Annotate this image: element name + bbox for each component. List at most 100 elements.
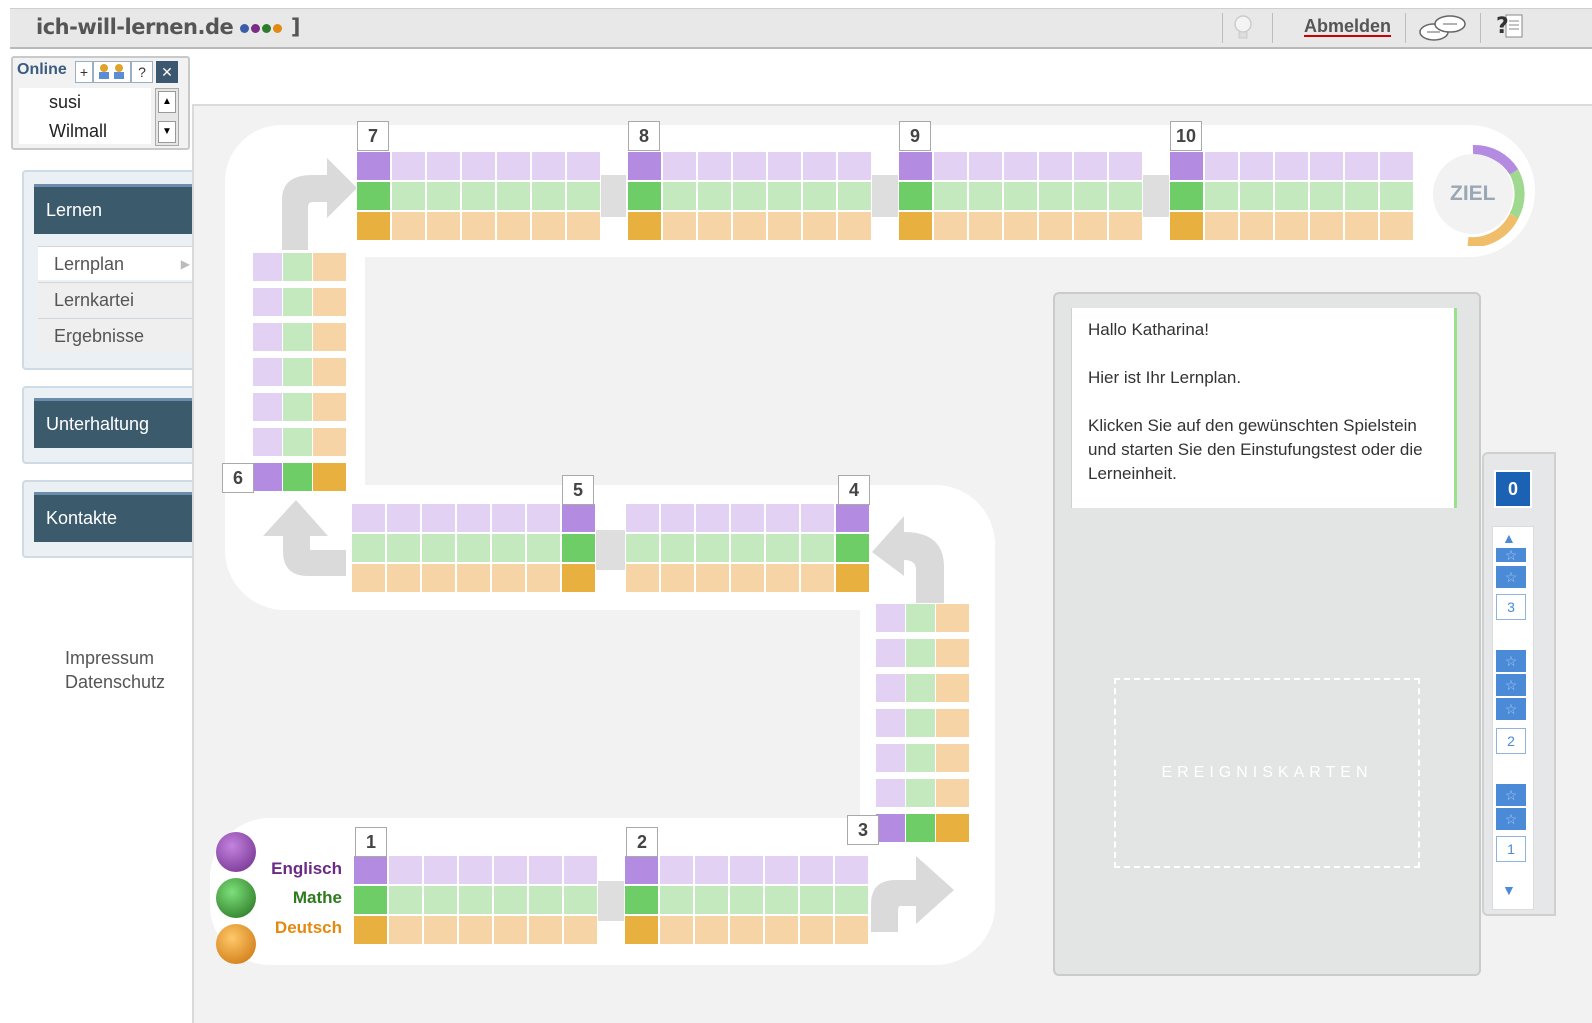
board-tile[interactable]: [561, 503, 596, 533]
board-tile[interactable]: [834, 885, 869, 915]
station-badge-4[interactable]: 4: [838, 475, 870, 505]
board-tile[interactable]: [391, 181, 426, 211]
board-tile[interactable]: [767, 211, 802, 241]
board-tile[interactable]: [835, 563, 870, 593]
board-tile[interactable]: [765, 563, 800, 593]
board-tile[interactable]: [1108, 151, 1143, 181]
board-tile[interactable]: [421, 563, 456, 593]
board-tile[interactable]: [493, 855, 528, 885]
board-tile[interactable]: [799, 915, 834, 945]
board-tile[interactable]: [800, 533, 835, 563]
board-tile[interactable]: [732, 181, 767, 211]
board-tile[interactable]: [1169, 181, 1204, 211]
board-tile[interactable]: [1003, 211, 1038, 241]
board-tile[interactable]: [695, 533, 730, 563]
board-tile[interactable]: [1239, 211, 1274, 241]
board-tile[interactable]: [456, 503, 491, 533]
board-tile[interactable]: [1274, 211, 1309, 241]
board-tile[interactable]: [834, 915, 869, 945]
board-tile[interactable]: [1073, 181, 1108, 211]
board-tile[interactable]: [526, 563, 561, 593]
board-tile[interactable]: [835, 533, 870, 563]
station-badge-1[interactable]: 1: [355, 827, 387, 857]
board-tile[interactable]: [729, 855, 764, 885]
board-tile[interactable]: [561, 533, 596, 563]
board-tile[interactable]: [660, 533, 695, 563]
board-tile[interactable]: [458, 855, 493, 885]
board-tile[interactable]: [764, 885, 799, 915]
board-tile[interactable]: [837, 151, 872, 181]
board-tile[interactable]: [624, 915, 659, 945]
board-tile[interactable]: [531, 211, 566, 241]
board-tile[interactable]: [566, 181, 601, 211]
board-tile[interactable]: [935, 743, 970, 773]
board-tile[interactable]: [561, 563, 596, 593]
board-tile[interactable]: [1204, 151, 1239, 181]
board-tile[interactable]: [935, 638, 970, 668]
board-tile[interactable]: [935, 778, 970, 808]
board-tile[interactable]: [491, 503, 526, 533]
board-tile[interactable]: [421, 503, 456, 533]
board-tile[interactable]: [563, 855, 598, 885]
board-tile[interactable]: [526, 503, 561, 533]
scroll-up-icon[interactable]: ▲: [1502, 530, 1516, 546]
board-tile[interactable]: [566, 151, 601, 181]
board-tile[interactable]: [426, 181, 461, 211]
board-tile[interactable]: [491, 533, 526, 563]
board-tile[interactable]: [1204, 211, 1239, 241]
board-tile[interactable]: [767, 181, 802, 211]
board-tile[interactable]: [697, 181, 732, 211]
board-tile[interactable]: [461, 151, 496, 181]
board-tile[interactable]: [627, 181, 662, 211]
board-tile[interactable]: [694, 855, 729, 885]
board-tile[interactable]: [800, 503, 835, 533]
board-tile[interactable]: [1309, 211, 1344, 241]
board-tile[interactable]: [1344, 151, 1379, 181]
board-tile[interactable]: [732, 211, 767, 241]
board-tile[interactable]: [694, 885, 729, 915]
board-tile[interactable]: [799, 885, 834, 915]
board-tile[interactable]: [312, 252, 347, 282]
station-badge-10[interactable]: 10: [1170, 121, 1202, 151]
station-badge-8[interactable]: 8: [628, 121, 660, 151]
station-badge-5[interactable]: 5: [562, 475, 594, 505]
board-tile[interactable]: [765, 533, 800, 563]
board-tile[interactable]: [935, 708, 970, 738]
board-tile[interactable]: [730, 503, 765, 533]
board-tile[interactable]: [1379, 151, 1414, 181]
board-tile[interactable]: [935, 603, 970, 633]
board-tile[interactable]: [386, 563, 421, 593]
board-tile[interactable]: [1038, 211, 1073, 241]
board-tile[interactable]: [624, 885, 659, 915]
board-tile[interactable]: [802, 151, 837, 181]
board-tile[interactable]: [493, 915, 528, 945]
board-tile[interactable]: [391, 211, 426, 241]
board-tile[interactable]: [730, 563, 765, 593]
board-tile[interactable]: [933, 211, 968, 241]
board-tile[interactable]: [461, 211, 496, 241]
board-tile[interactable]: [659, 915, 694, 945]
board-tile[interactable]: [659, 885, 694, 915]
board-tile[interactable]: [421, 533, 456, 563]
board-tile[interactable]: [1344, 211, 1379, 241]
board-tile[interactable]: [461, 181, 496, 211]
board-tile[interactable]: [1073, 151, 1108, 181]
board-tile[interactable]: [662, 211, 697, 241]
board-tile[interactable]: [695, 503, 730, 533]
board-tile[interactable]: [730, 533, 765, 563]
board-tile[interactable]: [563, 885, 598, 915]
board-tile[interactable]: [386, 533, 421, 563]
board-tile[interactable]: [353, 855, 388, 885]
board-tile[interactable]: [353, 915, 388, 945]
board-tile[interactable]: [1108, 181, 1143, 211]
board-tile[interactable]: [625, 563, 660, 593]
board-tile[interactable]: [799, 855, 834, 885]
board-tile[interactable]: [312, 392, 347, 422]
board-tile[interactable]: [1073, 211, 1108, 241]
board-tile[interactable]: [1108, 211, 1143, 241]
board-tile[interactable]: [659, 855, 694, 885]
board-tile[interactable]: [496, 151, 531, 181]
board-tile[interactable]: [528, 915, 563, 945]
board-tile[interactable]: [764, 855, 799, 885]
board-tile[interactable]: [1003, 181, 1038, 211]
